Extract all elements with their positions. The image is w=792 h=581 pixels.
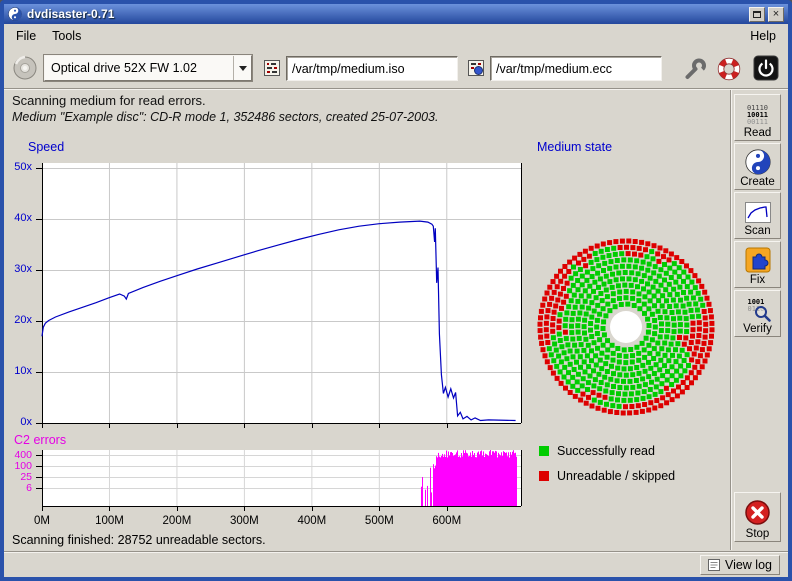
ecc-path-input[interactable]	[490, 56, 662, 81]
x-axis-tick-label: 0M	[20, 515, 64, 527]
speed-y-tick-label: 0x	[4, 416, 32, 428]
yinyang-create-icon	[745, 149, 771, 175]
separator	[4, 88, 788, 90]
titlebar[interactable]: dvdisaster-0.71 ×	[4, 4, 788, 24]
view-log-label: View log	[725, 558, 772, 572]
menu-tools[interactable]: Tools	[44, 26, 89, 46]
app-yinyang-icon	[8, 7, 22, 21]
x-axis-tick-label: 600M	[425, 515, 469, 527]
maximize-button[interactable]	[749, 7, 765, 22]
menu-file[interactable]: File	[8, 26, 44, 46]
scan-result-status: Scanning finished: 28752 unreadable sect…	[12, 533, 266, 547]
x-axis-tick-label: 200M	[155, 515, 199, 527]
legend-unreadable-skipped: Unreadable / skipped	[539, 469, 675, 483]
medium-info: Medium "Example disc": CD-R mode 1, 3524…	[12, 110, 438, 124]
x-axis-tick-label: 100M	[87, 515, 131, 527]
c2-errors-chart	[36, 450, 528, 514]
log-icon	[708, 559, 720, 571]
drive-selector-value: Optical drive 52X FW 1.02	[45, 61, 233, 75]
verify-button[interactable]: 1001 0110 Verify	[734, 290, 781, 337]
sidebar-separator	[730, 90, 732, 550]
speed-y-tick-label: 30x	[4, 263, 32, 275]
binary-read-icon: 01110 10011 00111	[747, 105, 768, 126]
drive-icon	[12, 55, 38, 81]
create-button-label: Create	[740, 176, 775, 188]
speed-chart-title: Speed	[28, 140, 64, 154]
menubar: File Tools Help	[4, 24, 788, 48]
medium-state-title: Medium state	[537, 140, 612, 154]
view-log-button[interactable]: View log	[700, 555, 780, 575]
speed-chart	[36, 162, 528, 430]
legend-successfully-read: Successfully read	[539, 444, 655, 458]
scan-button-label: Scan	[744, 225, 770, 237]
app-window: dvdisaster-0.71 × File Tools Help Optica…	[0, 0, 792, 581]
stop-button-label: Stop	[746, 528, 770, 540]
verify-button-label: Verify	[743, 323, 772, 335]
binary-magnifier-verify-icon: 1001 0110	[745, 298, 771, 322]
create-button[interactable]: Create	[734, 143, 781, 190]
x-axis-tick-label: 400M	[290, 515, 334, 527]
toolbar: Optical drive 52X FW 1.02	[4, 48, 788, 88]
window-title: dvdisaster-0.71	[27, 7, 114, 21]
read-button[interactable]: 01110 10011 00111 Read	[734, 94, 781, 141]
fix-button[interactable]: Fix	[734, 241, 781, 288]
c2-y-tick-label: 6	[4, 482, 32, 494]
power-quit-icon[interactable]	[752, 54, 780, 82]
menu-help[interactable]: Help	[742, 26, 784, 46]
dropdown-arrow-box	[233, 56, 251, 80]
stop-button[interactable]: Stop	[734, 492, 781, 542]
stop-x-icon	[744, 499, 771, 526]
x-axis-tick-label: 300M	[222, 515, 266, 527]
green-swatch	[539, 446, 549, 456]
maximize-icon	[753, 11, 761, 18]
drive-selector[interactable]: Optical drive 52X FW 1.02	[44, 55, 252, 81]
close-button[interactable]: ×	[768, 7, 784, 22]
red-swatch	[539, 471, 549, 481]
fix-button-label: Fix	[750, 274, 765, 286]
speed-y-tick-label: 10x	[4, 365, 32, 377]
speed-y-tick-label: 20x	[4, 314, 32, 326]
bottom-bar: View log	[4, 551, 788, 577]
ecc-file-icon	[468, 60, 484, 76]
legend-success-label: Successfully read	[557, 444, 655, 458]
chart-scan-icon	[745, 202, 771, 223]
x-axis-tick-label: 500M	[357, 515, 401, 527]
lifebuoy-help-icon[interactable]	[716, 56, 742, 82]
speed-y-tick-label: 40x	[4, 212, 32, 224]
iso-path-input[interactable]	[286, 56, 458, 81]
chart-area: Speed C2 errors Medium state Successfull…	[4, 134, 734, 532]
close-icon: ×	[773, 9, 779, 20]
iso-image-icon	[264, 60, 280, 76]
preferences-wrench-icon[interactable]	[682, 56, 708, 82]
scan-button[interactable]: Scan	[734, 192, 781, 239]
c2-errors-chart-title: C2 errors	[14, 433, 66, 447]
chevron-down-icon	[239, 66, 247, 71]
status-heading: Scanning medium for read errors.	[12, 93, 206, 108]
legend-unreadable-label: Unreadable / skipped	[557, 469, 675, 483]
medium-state-disc	[531, 232, 721, 422]
puzzle-fix-icon	[745, 247, 771, 273]
read-button-label: Read	[744, 127, 772, 139]
speed-y-tick-label: 50x	[4, 161, 32, 173]
